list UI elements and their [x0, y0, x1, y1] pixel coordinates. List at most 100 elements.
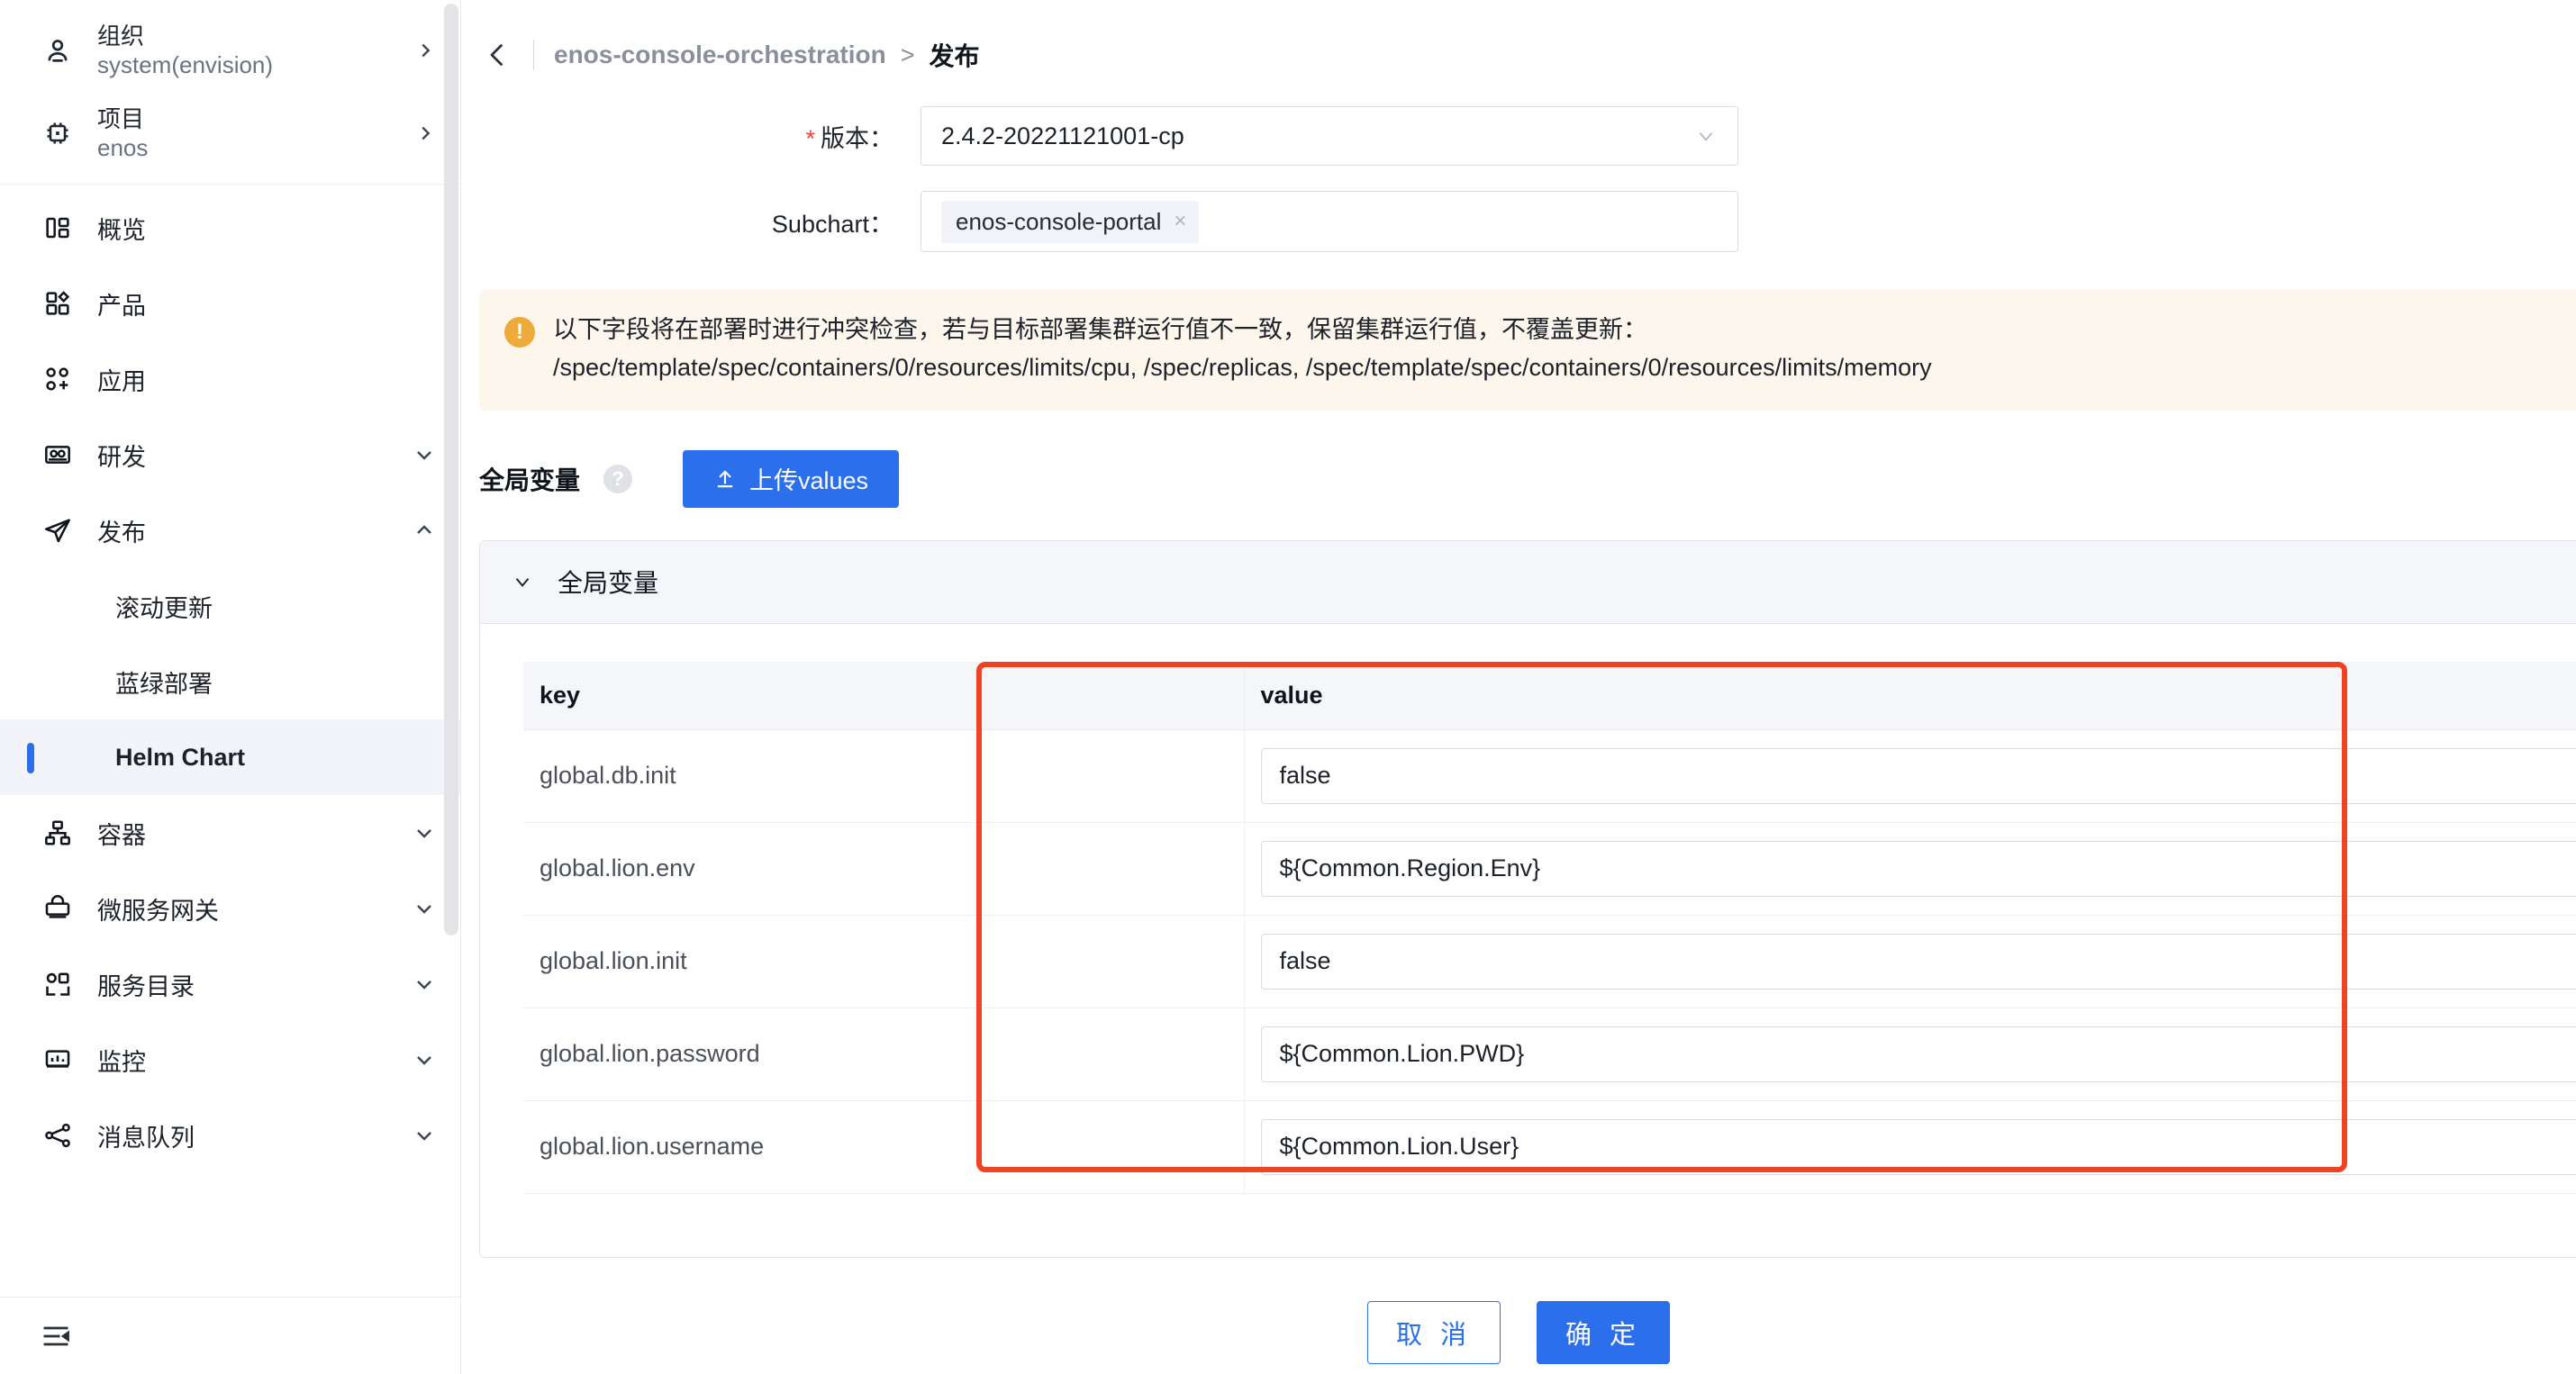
sidebar-item-container[interactable]: 容器: [0, 795, 460, 871]
user-icon: [40, 35, 76, 66]
chevron-down-icon[interactable]: [413, 1125, 435, 1146]
sidebar-item-message-queue[interactable]: 消息队列: [0, 1098, 460, 1173]
org-value: system(envision): [97, 51, 274, 78]
subchart-tag-label: enos-console-portal: [956, 207, 1162, 235]
upload-values-button[interactable]: 上传values: [683, 449, 900, 508]
subchart-tag[interactable]: enos-console-portal ×: [941, 200, 1200, 243]
catalog-icon: [40, 970, 76, 999]
sidebar-item-rolling-update[interactable]: 滚动更新: [0, 568, 460, 644]
global-vars-card: 全局变量 key value global.db.init false glob…: [479, 539, 2576, 1258]
subchart-row: Subchart： enos-console-portal ×: [461, 191, 2576, 252]
conflict-warning-banner: ! 以下字段将在部署时进行冲突检查，若与目标部署集群运行值不一致，保留集群运行值…: [479, 290, 2576, 411]
value-cell: ${Common.Lion.User}: [1243, 1100, 2576, 1194]
chevron-down-icon[interactable]: [413, 898, 435, 919]
chevron-down-icon[interactable]: [1694, 124, 1718, 148]
column-header-value: value: [1243, 661, 2576, 730]
sidebar-label-bluegreen-deploy: 蓝绿部署: [115, 670, 213, 698]
sidebar-label-devops: 研发: [97, 443, 146, 471]
version-label: * 版本：: [461, 119, 921, 154]
chevron-down-icon[interactable]: [413, 444, 435, 466]
cancel-button[interactable]: 取 消: [1367, 1300, 1501, 1364]
main-content: enos-console-orchestration > 发布 * 版本： 2.4…: [461, 0, 2576, 1374]
collapse-sidebar-icon[interactable]: [40, 1320, 72, 1352]
subchart-select[interactable]: enos-console-portal ×: [921, 191, 1738, 252]
table-row: global.lion.init false: [523, 915, 2576, 1008]
warning-line-1: 以下字段将在部署时进行冲突检查，若与目标部署集群运行值不一致，保留集群运行值，不…: [553, 316, 1647, 343]
sidebar-item-overview[interactable]: 概览: [0, 190, 460, 266]
sidebar-item-microservice-gateway[interactable]: 微服务网关: [0, 871, 460, 946]
value-input[interactable]: false: [1260, 747, 2576, 804]
chevron-up-icon[interactable]: [413, 520, 435, 541]
sidebar-item-helm-chart[interactable]: Helm Chart: [0, 719, 460, 795]
publish-icon: [40, 516, 76, 545]
version-label-text: 版本：: [821, 124, 893, 152]
sidebar-item-product[interactable]: 产品: [0, 266, 460, 341]
breadcrumb-separator-line: [533, 40, 534, 70]
value-cell: false: [1243, 729, 2576, 823]
chevron-down-icon[interactable]: [413, 1049, 435, 1071]
mq-icon: [40, 1121, 76, 1150]
value-input[interactable]: ${Common.Region.Env}: [1260, 840, 2576, 897]
value-cell: false: [1243, 915, 2576, 1008]
sidebar-label-overview: 概览: [97, 216, 146, 244]
sidebar-item-application[interactable]: 应用: [0, 341, 460, 417]
sidebar-scrollbar[interactable]: [444, 0, 458, 1297]
sidebar-scrollbar-thumb[interactable]: [444, 4, 458, 936]
question-icon[interactable]: ?: [603, 464, 633, 493]
sidebar-label-monitoring: 监控: [97, 1048, 146, 1076]
key-text: global.db.init: [540, 762, 676, 790]
sidebar-item-bluegreen-deploy[interactable]: 蓝绿部署: [0, 644, 460, 719]
key-cell: global.lion.password: [523, 1008, 1244, 1101]
subchart-label: Subchart：: [771, 210, 893, 238]
version-value: 2.4.2-20221121001-cp: [941, 122, 1184, 149]
value-input[interactable]: false: [1260, 933, 2576, 990]
application-icon: [40, 365, 76, 393]
sidebar-footer: [0, 1297, 460, 1374]
conflict-warning-text: 以下字段将在部署时进行冲突检查，若与目标部署集群运行值不一致，保留集群运行值，不…: [553, 312, 1932, 387]
chevron-down-icon[interactable]: [413, 822, 435, 844]
breadcrumb-current: 发布: [929, 42, 980, 70]
back-arrow-icon[interactable]: [481, 39, 513, 71]
column-header-key: key: [523, 661, 1244, 730]
breadcrumb-chevron: >: [900, 41, 915, 68]
sidebar-context-organization[interactable]: 组织 system(envision): [0, 9, 460, 92]
required-star: *: [805, 124, 815, 152]
confirm-button[interactable]: 确 定: [1537, 1300, 1670, 1364]
table-header-row: key value: [523, 661, 2576, 730]
chevron-right-icon[interactable]: [415, 123, 435, 143]
monitor-icon: [40, 1045, 76, 1074]
sidebar-divider: [0, 184, 460, 185]
close-icon[interactable]: ×: [1174, 209, 1186, 234]
chevron-right-icon[interactable]: [415, 41, 435, 60]
chevron-down-icon[interactable]: [511, 570, 534, 593]
key-cell: global.lion.env: [523, 822, 1244, 916]
table-row: global.db.init false: [523, 729, 2576, 823]
value-input[interactable]: ${Common.Lion.PWD}: [1260, 1026, 2576, 1082]
value-cell: ${Common.Region.Env}: [1243, 822, 2576, 916]
sidebar-label-service-catalog: 服务目录: [97, 972, 195, 1000]
sidebar-item-publish[interactable]: 发布: [0, 493, 460, 568]
upload-icon: [713, 467, 737, 491]
global-vars-header: 全局变量 ? 上传values: [479, 449, 2576, 508]
global-vars-table: key value global.db.init false global.li…: [523, 661, 2576, 1194]
sidebar-context-project[interactable]: 项目 enos: [0, 92, 460, 175]
sidebar-item-devops[interactable]: 研发: [0, 417, 460, 493]
key-cell: global.lion.init: [523, 915, 1244, 1008]
global-vars-collapse-header[interactable]: 全局变量: [480, 540, 2576, 624]
version-select[interactable]: 2.4.2-20221121001-cp: [921, 106, 1738, 166]
table-row: global.lion.username ${Common.Lion.User}: [523, 1100, 2576, 1194]
org-title: 组织: [97, 22, 145, 50]
breadcrumb-parent-link[interactable]: enos-console-orchestration: [554, 41, 886, 69]
sidebar-label-helm-chart: Helm Chart: [115, 743, 246, 771]
key-text: global.lion.username: [540, 1133, 765, 1161]
key-cell: global.db.init: [523, 729, 1244, 823]
global-vars-card-title: 全局变量: [558, 569, 659, 598]
global-vars-title: 全局变量: [479, 466, 581, 494]
sidebar-scroll-area: 组织 system(envision) 项目 enos 概览 产品 应用 研发 …: [0, 0, 460, 1297]
sidebar-item-monitoring[interactable]: 监控: [0, 1022, 460, 1098]
sidebar-item-service-catalog[interactable]: 服务目录: [0, 946, 460, 1022]
chevron-down-icon[interactable]: [413, 973, 435, 995]
value-input[interactable]: ${Common.Lion.User}: [1260, 1118, 2576, 1175]
form-action-buttons: 取 消 确 定: [461, 1300, 2576, 1364]
devops-icon: [40, 440, 76, 469]
